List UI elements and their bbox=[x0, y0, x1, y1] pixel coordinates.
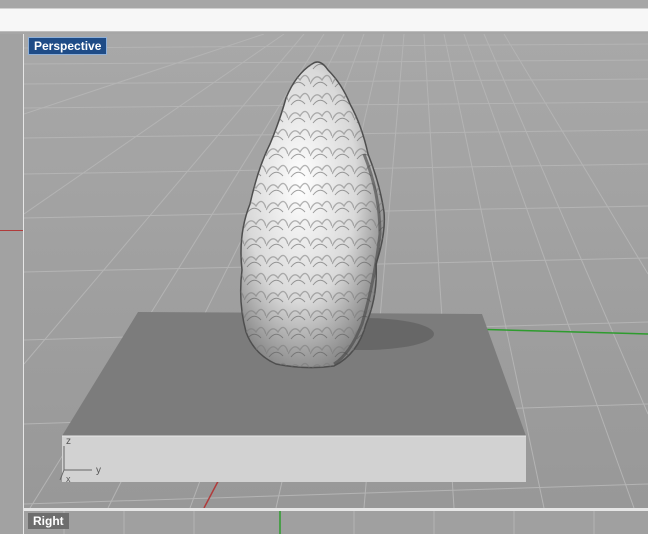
right-viewport[interactable]: Right bbox=[24, 511, 648, 534]
title-bar bbox=[0, 0, 648, 34]
axis-label-z: z bbox=[66, 436, 71, 447]
right-viewport-grid bbox=[63, 511, 595, 534]
viewport-title-right[interactable]: Right bbox=[28, 513, 69, 529]
viewport-canvas: z y x bbox=[24, 34, 648, 508]
viewport-title-perspective[interactable]: Perspective bbox=[28, 37, 108, 55]
left-viewport-strip bbox=[0, 34, 25, 534]
x-axis-stub bbox=[0, 230, 23, 231]
command-input[interactable] bbox=[0, 8, 648, 32]
axis-label-y: y bbox=[96, 465, 101, 476]
axis-label-x: x bbox=[66, 474, 71, 484]
perspective-viewport[interactable]: z y x Perspective bbox=[24, 34, 648, 508]
